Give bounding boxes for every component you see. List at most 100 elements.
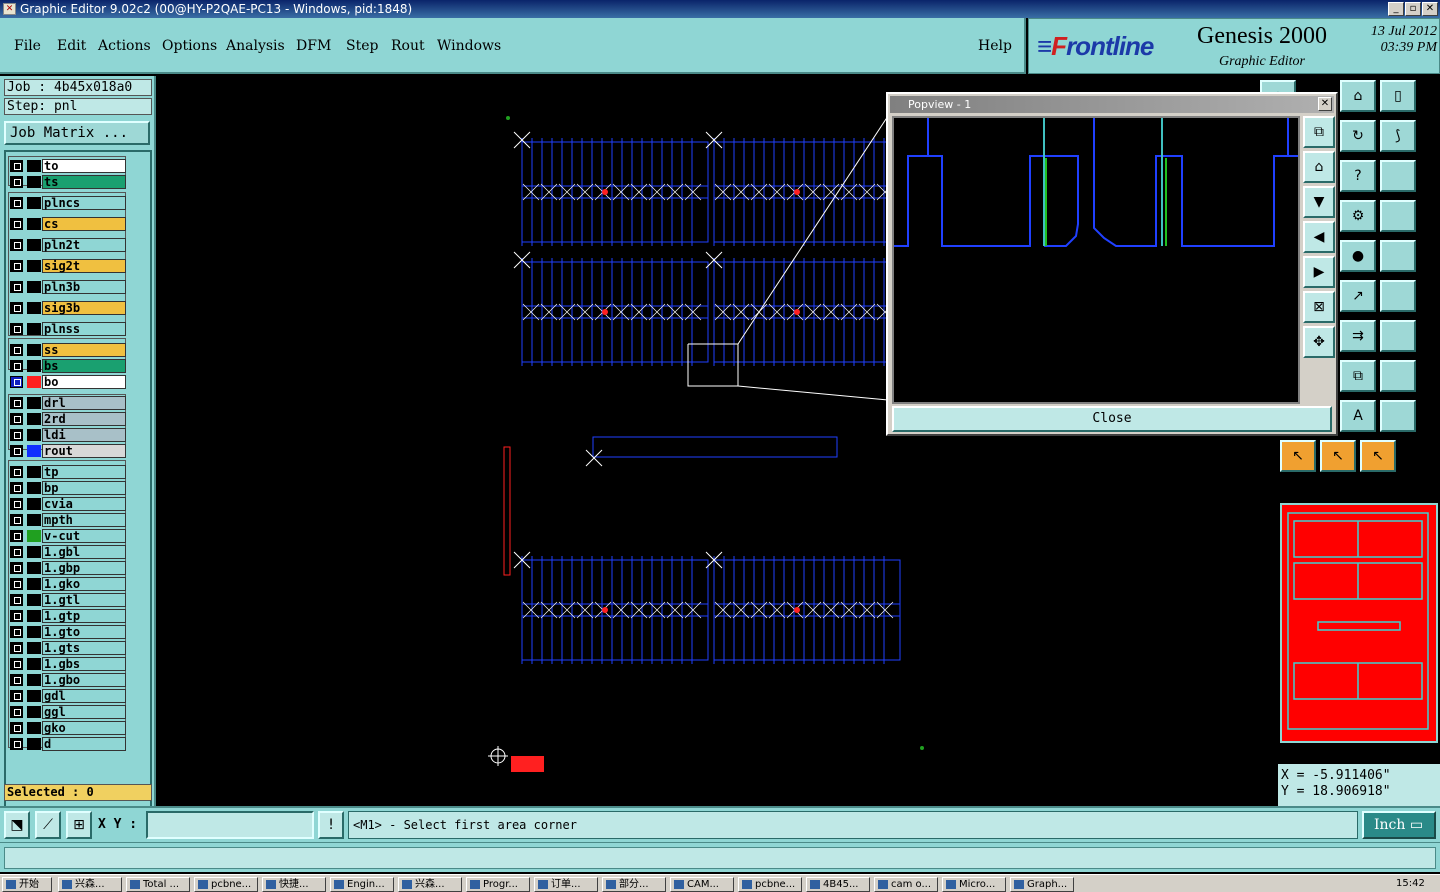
menu-windows[interactable]: Windows	[437, 38, 501, 54]
layer-row-1.gtp[interactable]: 1.gtp	[8, 608, 128, 623]
layer-checkbox[interactable]	[10, 445, 23, 457]
area-select-icon[interactable]: ⬔	[4, 811, 30, 839]
layer-name[interactable]: 1.gbl	[42, 545, 126, 559]
taskbar-item[interactable]: 订单...	[534, 877, 598, 892]
menu-options[interactable]: Options	[162, 38, 217, 54]
scale-tool-icon[interactable]: ?	[1340, 160, 1376, 192]
layer-row-to[interactable]: to	[8, 158, 128, 173]
layer-checkbox[interactable]	[10, 674, 23, 686]
text-tool-icon[interactable]	[1380, 400, 1416, 432]
layer-row-1.gbp[interactable]: 1.gbp	[8, 560, 128, 575]
layer-row-rout[interactable]: rout	[8, 443, 128, 458]
layer-name[interactable]: bs	[42, 359, 126, 373]
layer-checkbox[interactable]	[10, 260, 23, 272]
layer-name[interactable]: 1.gtp	[42, 609, 126, 623]
popview-down-icon[interactable]: ▼	[1303, 186, 1335, 218]
taskbar-item[interactable]: CAM...	[670, 877, 734, 892]
layer-row-sig3b[interactable]: sig3b	[8, 300, 128, 315]
popview-pan-icon[interactable]: ✥	[1303, 326, 1335, 358]
layer-checkbox[interactable]	[10, 706, 23, 718]
text-tool-icon[interactable]: A	[1340, 400, 1376, 432]
layer-checkbox[interactable]	[10, 642, 23, 654]
layer-row-gdl[interactable]: gdl	[8, 688, 128, 703]
taskbar-item[interactable]: 快捷...	[262, 877, 326, 892]
layer-name[interactable]: ldi	[42, 428, 126, 442]
layer-checkbox[interactable]	[10, 197, 23, 209]
layer-name[interactable]: 1.gko	[42, 577, 126, 591]
menu-help[interactable]: Help	[978, 38, 1012, 54]
layer-row-1.gko[interactable]: 1.gko	[8, 576, 128, 591]
pointer-tool-icon[interactable]: ↖	[1320, 440, 1356, 472]
rotate-tool-icon[interactable]: ↻	[1340, 120, 1376, 152]
layer-name[interactable]: gko	[42, 721, 126, 735]
layer-checkbox[interactable]	[10, 738, 23, 750]
start-button[interactable]: 开始	[2, 877, 52, 892]
unit-selector[interactable]: Inch ▭	[1362, 811, 1436, 839]
menu-edit[interactable]: Edit	[57, 38, 86, 54]
taskbar-item[interactable]: Micro...	[942, 877, 1006, 892]
layer-row-plnss[interactable]: plnss	[8, 321, 128, 336]
settings-tool-icon[interactable]: ⚙	[1340, 200, 1376, 232]
layer-checkbox[interactable]	[10, 530, 23, 542]
layer-name[interactable]: gdl	[42, 689, 126, 703]
undo-tool-icon[interactable]: ⇉	[1340, 320, 1376, 352]
layer-checkbox[interactable]	[10, 323, 23, 335]
layer-row-1.gts[interactable]: 1.gts	[8, 640, 128, 655]
maximize-button[interactable]: ▫	[1405, 2, 1421, 16]
layer-row-1.gbl[interactable]: 1.gbl	[8, 544, 128, 559]
layer-row-tp[interactable]: tp	[8, 464, 128, 479]
ruler-tool-icon[interactable]	[1380, 240, 1416, 272]
layer-row-v-cut[interactable]: v-cut	[8, 528, 128, 543]
layer-checkbox[interactable]	[10, 429, 23, 441]
layer-name[interactable]: bo	[42, 375, 126, 389]
layer-name[interactable]: drl	[42, 396, 126, 410]
layer-checkbox[interactable]	[10, 690, 23, 702]
layer-row-1.gtl[interactable]: 1.gtl	[8, 592, 128, 607]
taskbar-item[interactable]: 兴森...	[58, 877, 122, 892]
layer-row-ts[interactable]: ts	[8, 174, 128, 189]
layer-checkbox[interactable]	[10, 239, 23, 251]
menu-actions[interactable]: Actions	[98, 38, 151, 54]
taskbar-item[interactable]: 部分...	[602, 877, 666, 892]
ruler-tool-icon[interactable]: ●	[1340, 240, 1376, 272]
layer-checkbox[interactable]	[10, 658, 23, 670]
taskbar-item[interactable]: Engin...	[330, 877, 394, 892]
layer-checkbox[interactable]	[10, 594, 23, 606]
popview-close-button[interactable]: Close	[892, 406, 1332, 432]
fit-tool-icon[interactable]: ⧉	[1340, 360, 1376, 392]
layer-checkbox[interactable]	[10, 281, 23, 293]
layer-name[interactable]: to	[42, 159, 126, 173]
layer-name[interactable]: v-cut	[42, 529, 126, 543]
menu-rout[interactable]: Rout	[391, 38, 425, 54]
job-matrix-button[interactable]: Job Matrix ...	[4, 121, 150, 145]
layer-name[interactable]: cs	[42, 217, 126, 231]
popview-close-icon[interactable]: ✕	[1318, 97, 1332, 111]
layer-name[interactable]: bp	[42, 481, 126, 495]
layer-name[interactable]: tp	[42, 465, 126, 479]
layer-row-sig2t[interactable]: sig2t	[8, 258, 128, 273]
layer-name[interactable]: 1.gbp	[42, 561, 126, 575]
layer-name[interactable]: 1.gts	[42, 641, 126, 655]
taskbar-item[interactable]: cam o...	[874, 877, 938, 892]
layer-checkbox[interactable]	[10, 562, 23, 574]
home-tool-icon[interactable]: ⌂	[1340, 80, 1376, 112]
layer-checkbox[interactable]	[10, 610, 23, 622]
layer-checkbox[interactable]	[10, 360, 23, 372]
layer-name[interactable]: pln2t	[42, 238, 126, 252]
layer-name[interactable]: plncs	[42, 196, 126, 210]
layer-checkbox[interactable]	[10, 302, 23, 314]
layer-row-ggl[interactable]: ggl	[8, 704, 128, 719]
layer-checkbox[interactable]	[10, 397, 23, 409]
layer-name[interactable]: pln3b	[42, 280, 126, 294]
undo-tool-icon[interactable]	[1380, 320, 1416, 352]
popview-zoom-icon[interactable]: ⧉	[1303, 116, 1335, 148]
layer-checkbox[interactable]	[10, 160, 23, 172]
layer-checkbox[interactable]	[10, 498, 23, 510]
taskbar-item[interactable]: pcbne...	[194, 877, 258, 892]
select-tool-icon[interactable]: ↖	[1280, 440, 1316, 472]
layer-checkbox[interactable]	[10, 413, 23, 425]
popview-home-icon[interactable]: ⌂	[1303, 151, 1335, 183]
rotate-tool-icon[interactable]: ⟆	[1380, 120, 1416, 152]
menu-file[interactable]: File	[14, 38, 41, 54]
layer-checkbox[interactable]	[10, 722, 23, 734]
